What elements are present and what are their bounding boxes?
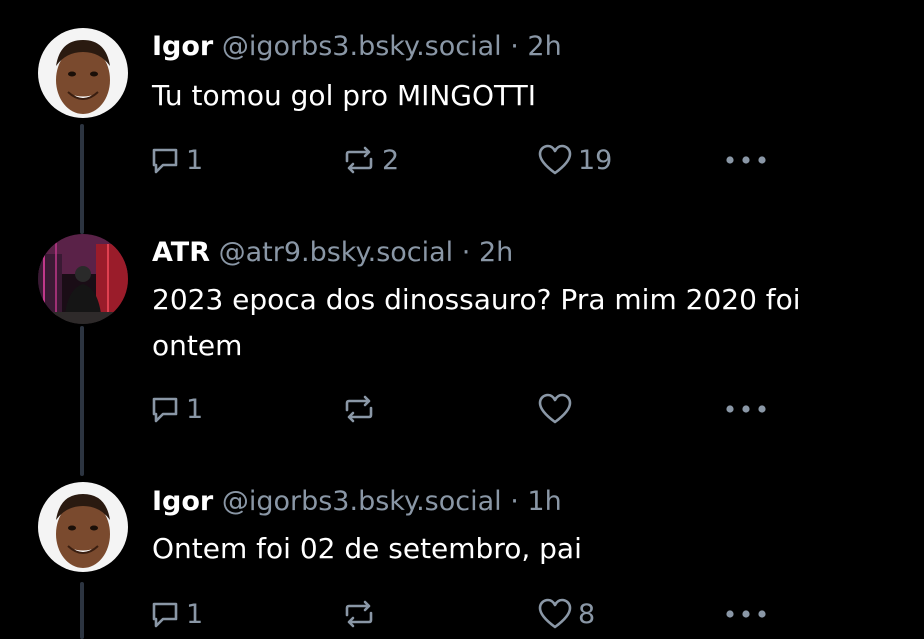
- repost-button[interactable]: [342, 594, 382, 634]
- like-button[interactable]: 8: [538, 594, 595, 634]
- reply-icon: [150, 599, 180, 629]
- reply-count: 1: [186, 598, 204, 630]
- display-name[interactable]: Igor: [152, 486, 213, 517]
- post-text: Ontem foi 02 de setembro, pai: [152, 532, 582, 565]
- like-icon: [538, 598, 572, 630]
- separator: ·: [510, 486, 519, 517]
- more-options-button[interactable]: [724, 594, 768, 634]
- reply-button[interactable]: 1: [150, 594, 203, 634]
- timestamp[interactable]: 1h: [527, 486, 561, 517]
- repost-icon: [342, 599, 376, 629]
- post-actions: 1 8: [150, 594, 790, 634]
- more-icon: [724, 608, 768, 620]
- post[interactable]: Igor @igorbs3.bsky.social · 1h Ontem foi…: [0, 0, 924, 639]
- handle[interactable]: @igorbs3.bsky.social: [222, 486, 502, 517]
- avatar[interactable]: [38, 482, 128, 572]
- like-count: 8: [578, 598, 596, 630]
- post-header: Igor @igorbs3.bsky.social · 1h: [152, 486, 562, 518]
